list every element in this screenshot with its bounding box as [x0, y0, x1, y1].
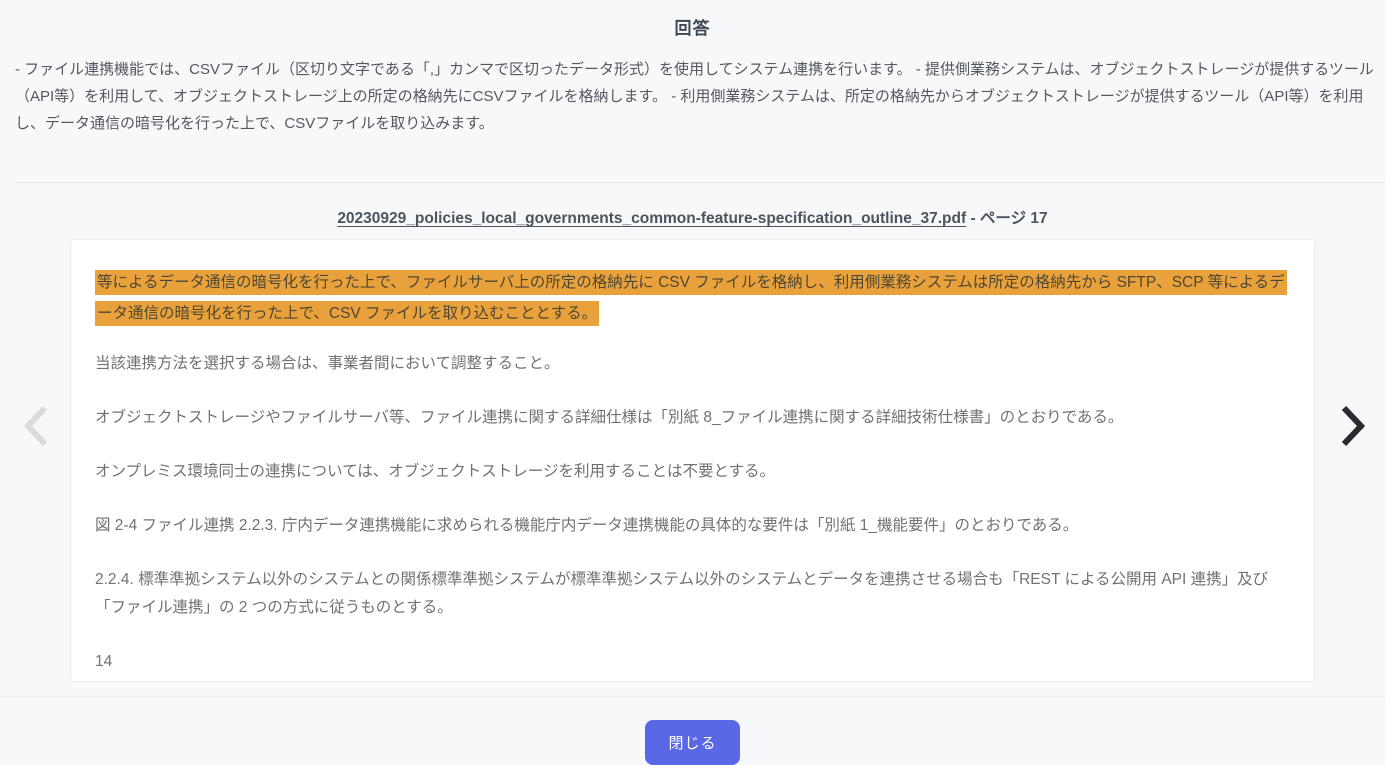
document-preview-card: 等によるデータ通信の暗号化を行った上で、ファイルサーバ上の所定の格納先に CSV… — [70, 239, 1315, 682]
next-page-button[interactable] — [1329, 401, 1377, 453]
modal-title: 回答 — [674, 19, 711, 38]
highlighted-passage: 等によるデータ通信の暗号化を行った上で、ファイルサーバ上の所定の格納先に CSV… — [95, 267, 1290, 329]
chevron-left-icon — [21, 404, 51, 451]
source-line: 20230929_policies_local_governments_comm… — [0, 206, 1385, 228]
answer-text: - ファイル連携機能では、CSVファイル（区切り文字である「,」カンマで区切った… — [15, 61, 1374, 132]
divider — [0, 696, 1385, 697]
previous-page-button[interactable] — [12, 401, 60, 453]
modal-footer: 閉じる — [0, 720, 1385, 765]
doc-page-number: 14 — [95, 653, 113, 670]
source-page-label: - ページ 17 — [966, 210, 1048, 227]
divider — [15, 182, 1385, 183]
doc-paragraph: オンプレミス環境同士の連携については、オブジェクトストレージを利用することは不要… — [95, 463, 775, 480]
highlight-mark: 等によるデータ通信の暗号化を行った上で、ファイルサーバ上の所定の格納先に CSV… — [95, 270, 1287, 326]
close-button[interactable]: 閉じる — [645, 720, 740, 765]
doc-paragraph: 図 2-4 ファイル連携 2.2.3. 庁内データ連携機能に求められる機能庁内デ… — [95, 517, 1079, 534]
chevron-right-icon — [1338, 404, 1368, 451]
doc-paragraph: 当該連携方法を選択する場合は、事業者間において調整すること。 — [95, 355, 560, 372]
doc-paragraph: オブジェクトストレージやファイルサーバ等、ファイル連携に関する詳細仕様は「別紙 … — [95, 409, 1124, 426]
answer-modal: 回答 - ファイル連携機能では、CSVファイル（区切り文字である「,」カンマで区… — [0, 0, 1385, 765]
doc-paragraph: 2.2.4. 標準準拠システム以外のシステムとの関係標準準拠システムが標準準拠シ… — [95, 571, 1269, 616]
source-pdf-link[interactable]: 20230929_policies_local_governments_comm… — [337, 210, 966, 227]
